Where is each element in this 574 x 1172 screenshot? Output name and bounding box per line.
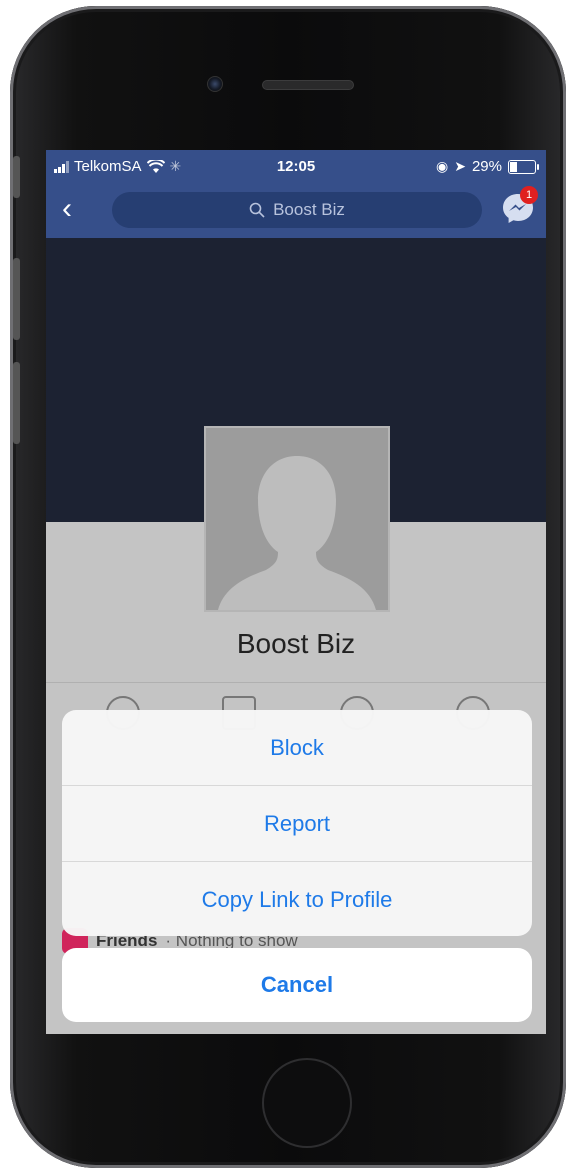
screen: TelkomSA ✳ 12:05 ◉ ➤ 29% ‹ Boost Biz 1 B… — [46, 150, 546, 1034]
status-bar: TelkomSA ✳ 12:05 ◉ ➤ 29% — [46, 150, 546, 184]
front-camera — [207, 76, 223, 92]
copy-link-button[interactable]: Copy Link to Profile — [62, 862, 532, 936]
search-field[interactable]: Boost Biz — [112, 192, 482, 228]
battery-percent: 29% — [471, 158, 502, 175]
home-button[interactable] — [262, 1058, 352, 1148]
default-avatar-icon — [206, 428, 388, 610]
navigation-bar: ‹ Boost Biz 1 — [46, 184, 546, 238]
search-text: Boost Biz — [273, 200, 345, 219]
chevron-left-icon[interactable]: ‹ — [62, 194, 72, 224]
cancel-button[interactable]: Cancel — [62, 948, 532, 1022]
orientation-lock-icon: ◉ — [436, 158, 449, 174]
report-button[interactable]: Report — [62, 786, 532, 862]
notification-badge: 1 — [520, 186, 538, 204]
profile-picture — [204, 426, 390, 612]
divider — [46, 682, 546, 683]
profile-name: Boost Biz — [236, 628, 356, 659]
search-icon — [249, 202, 265, 218]
earpiece-speaker — [262, 80, 354, 90]
block-button[interactable]: Block — [62, 710, 532, 786]
location-arrow-icon: ➤ — [454, 158, 466, 174]
battery-icon — [508, 159, 539, 174]
action-sheet: Block Report Copy Link to Profile — [62, 710, 532, 936]
volume-up-button — [13, 258, 20, 340]
mute-switch — [13, 156, 20, 198]
messenger-button[interactable]: 1 — [500, 186, 538, 226]
volume-down-button — [13, 362, 20, 444]
